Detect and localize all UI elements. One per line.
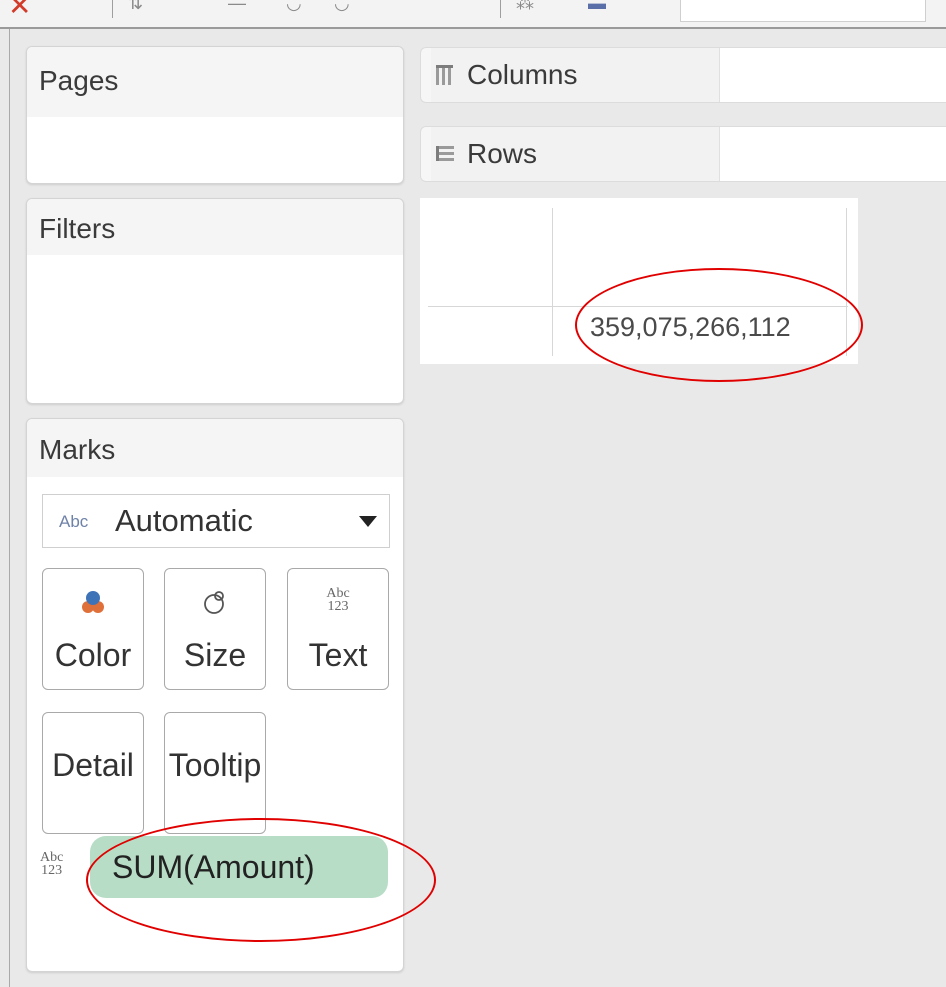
field-type-bottom: 123 [41, 863, 63, 878]
toolbar-icon[interactable]: ⁂ [516, 0, 534, 12]
text-button[interactable]: Abc 123 Text [287, 568, 389, 690]
grid-line [846, 208, 847, 356]
columns-drop-area[interactable] [719, 48, 946, 102]
mark-type-value: Automatic [115, 503, 253, 538]
marks-title: Marks [27, 419, 403, 477]
text-icon-bottom: 123 [327, 599, 349, 614]
toolbar-icon[interactable]: — [228, 0, 246, 12]
filters-shelf[interactable]: Filters [26, 198, 404, 404]
detail-button[interactable]: Detail [42, 712, 144, 834]
field-type-icon: Abc 123 [40, 851, 63, 878]
columns-label: Columns [467, 59, 578, 90]
text-button-label: Text [308, 637, 368, 673]
text-icon: Abc 123 [288, 587, 388, 621]
size-button[interactable]: Size [164, 568, 266, 690]
color-button[interactable]: Color [42, 568, 144, 690]
pages-title: Pages [27, 47, 403, 117]
detail-button-label: Detail [52, 747, 134, 783]
rows-shelf-icon [436, 146, 454, 161]
grid-line [428, 306, 848, 307]
size-button-label: Size [183, 637, 247, 673]
grid-line [552, 208, 553, 356]
columns-shelf-icon [436, 65, 453, 85]
toolbar-separator [112, 0, 113, 18]
color-button-label: Color [54, 637, 132, 673]
tooltip-button[interactable]: Tooltip [164, 712, 266, 834]
color-icon [43, 587, 143, 621]
toolbar-icon[interactable]: ◡ [334, 0, 350, 12]
toolbar-separator [500, 0, 501, 18]
columns-shelf-header: Columns [431, 48, 719, 102]
window-edge [0, 29, 10, 987]
close-icon[interactable]: ✕ [8, 0, 31, 20]
filters-title: Filters [27, 199, 403, 255]
rows-shelf-header: Rows [431, 127, 719, 181]
pages-shelf[interactable]: Pages [26, 46, 404, 184]
rows-drop-area[interactable] [719, 127, 946, 181]
toolbar-icon[interactable]: ◡ [286, 0, 302, 12]
toolbar-icon[interactable]: ⇅ [128, 0, 143, 12]
rows-label: Rows [467, 138, 538, 169]
sum-amount-value[interactable]: 359,075,266,112 [590, 312, 791, 343]
toolbar: ✕ ⇅ — ◡ ◡ ⁂ ▬ [0, 0, 946, 29]
toolbar-icon[interactable]: ▬ [588, 0, 606, 12]
mark-type-dropdown[interactable]: Abc Automatic [42, 494, 390, 548]
rows-shelf[interactable]: Rows [420, 126, 946, 182]
mark-type-abc-icon: Abc [59, 512, 89, 531]
dropdown-caret-icon [359, 516, 377, 527]
sum-amount-pill[interactable]: SUM(Amount) [90, 836, 388, 898]
toolbar-field[interactable] [680, 0, 926, 22]
tooltip-button-label: Tooltip [168, 747, 262, 783]
columns-shelf[interactable]: Columns [420, 47, 946, 103]
size-icon [165, 587, 265, 621]
